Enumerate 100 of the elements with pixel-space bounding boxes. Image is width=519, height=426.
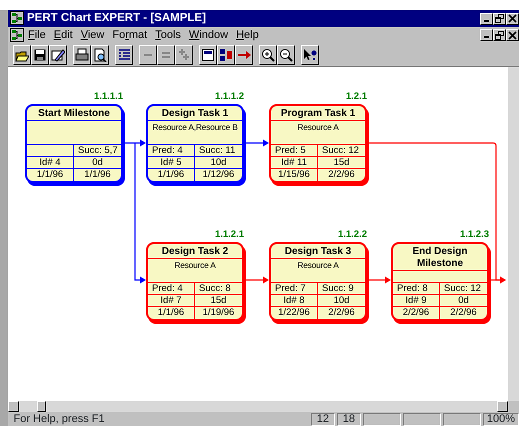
task-node[interactable]: Start Milestone Succ: 5,7 Id# 4 0d 1/1/96 1/1/96 (25, 104, 123, 183)
minimize-icon (484, 20, 489, 22)
node-duration: 10d (334, 295, 350, 306)
document-close-button[interactable] (506, 29, 519, 41)
node-start: 1/1/96 (36, 169, 64, 180)
toolbar-button[interactable] (31, 44, 49, 64)
node-duration: 15d (210, 295, 226, 306)
pencil-icon (51, 48, 65, 62)
node-succ: Succ: 9 (322, 283, 354, 294)
document-minimize-button[interactable] (480, 29, 493, 41)
node-finish: 1/19/96 (202, 307, 234, 318)
node-duration: 0d (458, 295, 469, 306)
minus-icon (144, 54, 152, 56)
task-node[interactable]: Design Task 2 Resource A Pred: 4 Succ: 8 Id# 7 15d 1/1/96 1/19/96 (146, 242, 244, 321)
zoom-out-icon (279, 48, 293, 62)
menu-item[interactable]: Tools (151, 28, 185, 42)
wbs-code: 1.1.1.1 (92, 91, 123, 102)
node-pred: Pred: 7 (275, 283, 306, 294)
window-restore-button[interactable] (493, 12, 506, 24)
window-minimize-button[interactable] (480, 12, 493, 24)
toolbar-button[interactable] (259, 44, 277, 64)
empty-cell (27, 145, 74, 157)
node-finish: 2/2/96 (328, 307, 355, 318)
node-start: 1/22/96 (278, 307, 310, 318)
task-node[interactable]: Design Task 1 Resource A,Resource B Pred: 4 Succ: 11 Id# 5 10d 1/1/96 1/12/96 (146, 104, 244, 183)
node-resource: Resource A,Resource B (152, 122, 238, 132)
node-id: Id# 9 (405, 295, 427, 306)
document-restore-button[interactable] (493, 29, 506, 41)
toolbar-button[interactable] (199, 44, 217, 64)
menu-item[interactable]: Edit (50, 28, 77, 42)
node-succ: Succ: 12 (322, 145, 359, 156)
node-title: End Design Milestone (393, 244, 487, 271)
close-icon (508, 30, 517, 40)
node-duration: 10d (210, 157, 226, 168)
window-close-button[interactable] (506, 12, 519, 24)
toolbar-button[interactable] (115, 44, 133, 64)
window-title: PERT Chart EXPERT - [SAMPLE] (27, 10, 206, 26)
menu-item[interactable]: View (76, 28, 108, 42)
toolbar-button[interactable] (73, 44, 91, 64)
menu-item[interactable]: Help (232, 28, 263, 42)
restore-icon (495, 14, 504, 23)
node-start: 2/2/96 (402, 307, 430, 318)
help-pointer-icon (303, 48, 317, 62)
node-title: Design Task 2 (148, 244, 242, 259)
node-finish: 2/2/96 (450, 307, 477, 318)
node-resource: Resource A (297, 260, 339, 270)
wbs-code: 1.1.2.1 (214, 229, 244, 240)
task-node[interactable]: Design Task 3 Resource A Pred: 7 Succ: 9 Id# 8 10d 1/22/96 2/2/96 (269, 242, 367, 321)
zoom-level: 100% (482, 412, 519, 426)
status-panel (442, 412, 481, 426)
toolbar-button[interactable] (91, 44, 109, 64)
horizontal-scrollbar[interactable] (8, 401, 508, 412)
node-id: Id# 4 (39, 157, 61, 168)
outline-list-icon (117, 48, 131, 62)
node-pred: Pred: 5 (275, 145, 306, 156)
connector-arrow (244, 140, 269, 146)
menu-item[interactable]: Format (108, 28, 152, 42)
node-start: 1/1/96 (158, 169, 184, 180)
node-id: Id# 11 (281, 157, 307, 168)
status-panel (402, 412, 441, 426)
print-preview-icon (93, 48, 107, 62)
node-finish: 1/12/96 (202, 169, 234, 180)
node-resource: Resource A (174, 260, 216, 270)
node-succ: Succ: 8 (199, 283, 231, 294)
node-start: 1/1/96 (158, 307, 184, 318)
menu-item[interactable]: Window (184, 28, 232, 42)
task-node[interactable]: End Design Milestone Pred: 8 Succ: 12 Id# 9 0d 2/2/96 2/2/96 (391, 242, 489, 321)
wbs-code: 1.1.2.2 (336, 229, 367, 240)
close-icon (508, 14, 517, 23)
toolbar-button[interactable] (217, 44, 235, 64)
toolbar-button[interactable] (301, 44, 319, 64)
status-panel: 18 (336, 412, 361, 426)
status-panel (362, 412, 401, 426)
node-pred: Pred: 4 (152, 283, 183, 294)
node-title: Design Task 3 (271, 244, 365, 259)
toolbar-button[interactable] (235, 44, 253, 64)
node-start: 1/15/96 (278, 169, 310, 180)
connector-arrow (244, 276, 269, 284)
wbs-code: 1.2.1 (344, 91, 367, 102)
toolbar-button[interactable] (49, 44, 67, 64)
node-pred: Pred: 8 (397, 283, 428, 294)
window-icon (201, 48, 215, 62)
minimize-icon (484, 36, 489, 38)
node-resource: Resource A (297, 122, 339, 132)
menu-item[interactable]: File (24, 28, 50, 42)
node-succ: Succ: 12 (444, 283, 481, 294)
toolbar-button[interactable] (277, 44, 295, 64)
double-minus-icon (162, 52, 170, 58)
node-title: Start Milestone (27, 106, 121, 121)
node-id: Id# 7 (160, 295, 182, 306)
vertical-scrollbar[interactable] (508, 67, 519, 401)
node-pred: Pred: 4 (152, 145, 183, 156)
task-node[interactable]: Program Task 1 Resource A Pred: 5 Succ: 12 Id# 11 15d 1/15/96 2/2/96 (269, 104, 367, 183)
wbs-code: 1.1.1.2 (214, 91, 244, 102)
wbs-code: 1.1.2.3 (458, 229, 489, 240)
zoom-in-icon (261, 48, 275, 62)
toolbar-button[interactable] (13, 44, 31, 64)
node-duration: 0d (92, 157, 103, 168)
node-finish: 2/2/96 (328, 169, 355, 180)
node-duration: 15d (334, 157, 350, 168)
